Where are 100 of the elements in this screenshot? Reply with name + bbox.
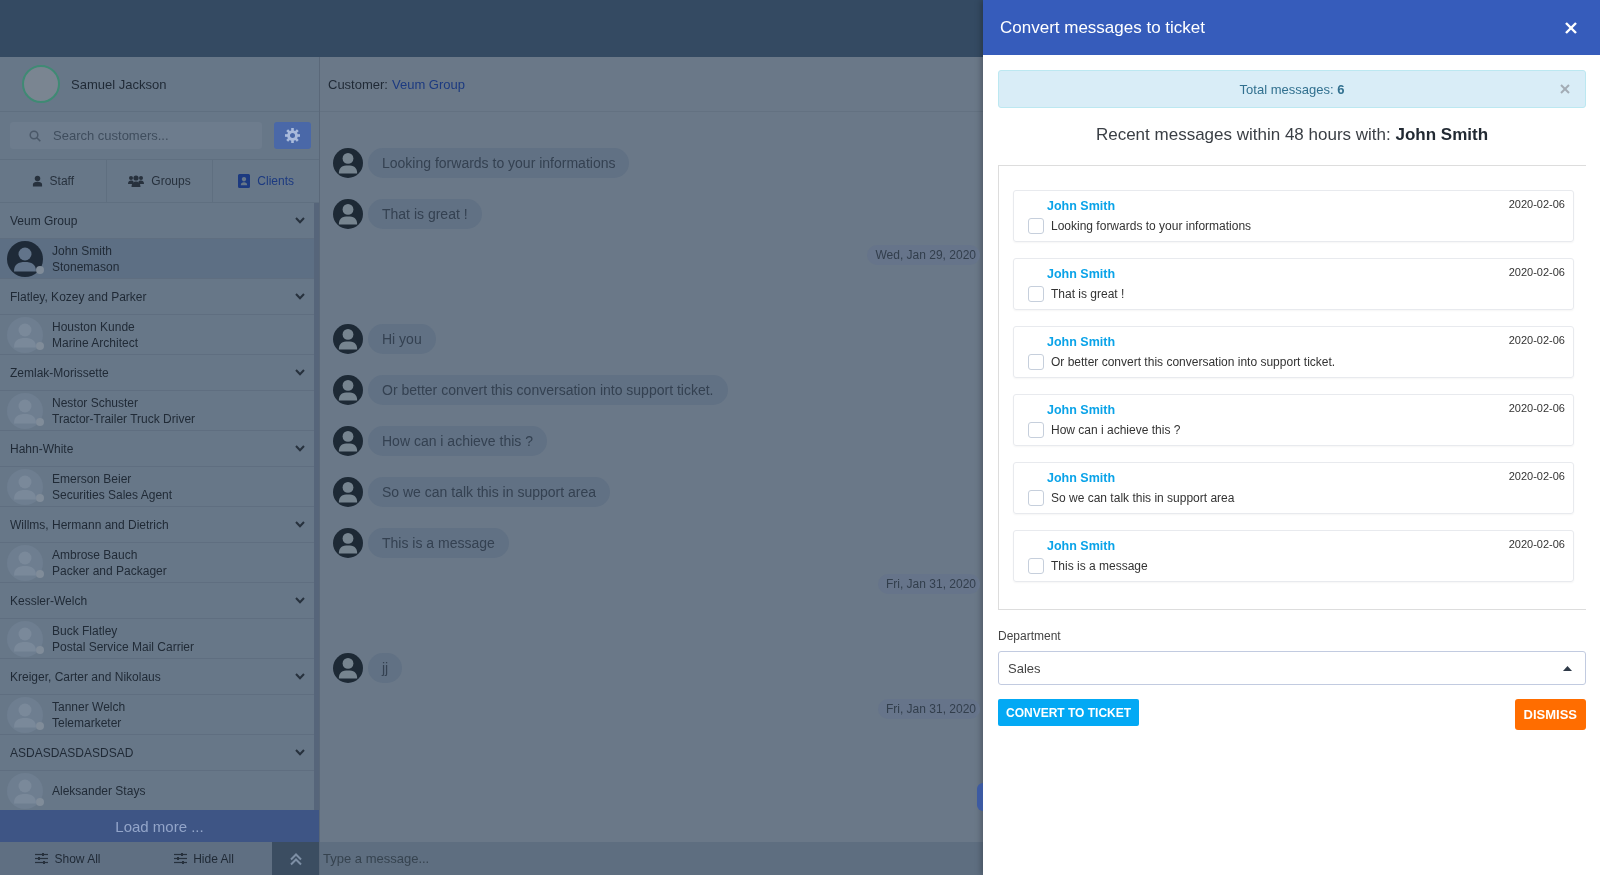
message-date: 2020-02-06 (1508, 402, 1565, 414)
sidebar-tab[interactable]: Clients (213, 160, 319, 202)
caret-up-icon (1563, 665, 1572, 671)
sender-name: John Smith (1046, 266, 1116, 282)
group-header[interactable]: Kessler-Welch (0, 583, 314, 619)
contact-name: Buck Flatley (52, 622, 119, 639)
sliders-icon (35, 853, 49, 864)
user-avatar-icon (7, 392, 43, 429)
contact-name: Tanner Welch (52, 698, 126, 715)
chevron-down-icon (295, 369, 305, 376)
message-date: 2020-02-06 (1508, 470, 1565, 482)
floating-button[interactable] (977, 783, 983, 811)
contact-name: Nestor Schuster (52, 394, 140, 411)
contact-role: Marine Architect (52, 334, 139, 351)
chevron-down-icon (295, 749, 305, 756)
scrollbar[interactable] (314, 203, 319, 810)
status-dot-icon (36, 797, 44, 806)
contact-item[interactable]: Tanner Welch Telemarketer (0, 695, 314, 735)
contact-name: Aleksander Stays (52, 782, 146, 799)
department-select[interactable]: Sales (998, 651, 1586, 685)
contact-item[interactable]: Emerson Beier Securities Sales Agent (0, 467, 314, 507)
sender-name: John Smith (1046, 198, 1116, 214)
checkbox[interactable] (1028, 422, 1044, 438)
group-header[interactable]: Kreiger, Carter and Nikolaus (0, 659, 314, 695)
close-icon (1560, 84, 1570, 94)
close-button[interactable] (1565, 21, 1577, 34)
status-dot-icon (36, 645, 44, 654)
contact-item[interactable]: John Smith Stonemason (0, 239, 314, 279)
contact-name: John Smith (52, 242, 114, 259)
toggle-button[interactable]: Show All (0, 842, 136, 875)
user-avatar-icon (333, 199, 363, 229)
status-dot-icon (36, 417, 44, 426)
gear-icon (285, 128, 300, 143)
checkbox[interactable] (1028, 354, 1044, 370)
checkbox[interactable] (1028, 286, 1044, 302)
user-avatar-icon (7, 620, 43, 657)
message-date: 2020-02-06 (1508, 334, 1565, 346)
dismiss-button[interactable]: DISMISS (1514, 699, 1586, 730)
user-avatar-icon (7, 544, 43, 581)
chevron-down-icon (295, 217, 305, 224)
contact-name: Ambrose Bauch (52, 546, 139, 563)
chevron-down-icon (295, 445, 305, 452)
settings-button[interactable] (274, 122, 311, 149)
user-avatar-icon (7, 240, 43, 277)
toggle-button[interactable]: Hide All (136, 842, 272, 875)
contact-name: Emerson Beier (52, 470, 133, 487)
sliders-icon (174, 853, 188, 864)
profile-photo-placeholder (22, 65, 60, 103)
chevron-down-icon (295, 521, 305, 528)
user-avatar-icon (333, 477, 363, 507)
customer-label: Customer: (328, 76, 388, 92)
contact-item[interactable]: Houston Kunde Marine Architect (0, 315, 314, 355)
contact-card-icon (238, 174, 251, 188)
recent-messages-heading: Recent messages within 48 hours with: John Smith (1094, 124, 1490, 146)
checkbox[interactable] (1028, 558, 1044, 574)
load-more-button[interactable]: Load more ... (0, 810, 319, 842)
message-date: 2020-02-06 (1508, 266, 1565, 278)
chevron-down-icon (295, 597, 305, 604)
sidebar-tab[interactable]: Staff (0, 160, 107, 202)
group-header[interactable]: Flatley, Kozey and Parker (0, 279, 314, 315)
department-label: Department (998, 628, 1061, 644)
sender-name: John Smith (1046, 402, 1116, 418)
group-icon (128, 175, 145, 187)
group-header[interactable]: Willms, Hermann and Dietrich (0, 507, 314, 543)
user-avatar-icon (333, 324, 363, 354)
double-chevron-up-icon (288, 851, 303, 866)
user-avatar-icon (333, 426, 363, 456)
contact-role: Postal Service Mail Carrier (52, 638, 195, 655)
scroll-top-button[interactable] (272, 842, 319, 875)
alert-close-button[interactable] (1560, 84, 1570, 94)
contact-role: Tractor-Trailer Truck Driver (52, 410, 196, 427)
checkbox[interactable] (1028, 218, 1044, 234)
checkbox[interactable] (1028, 490, 1044, 506)
date-label: Fri, Jan 31, 2020 (877, 574, 980, 594)
sender-name: John Smith (1046, 334, 1116, 350)
contact-role: Packer and Packager (52, 562, 167, 579)
contact-name: Houston Kunde (52, 318, 136, 335)
search-icon (29, 130, 41, 142)
group-header[interactable]: ASDASDASDASDSAD (0, 735, 314, 771)
sidebar-tab[interactable]: Groups (106, 160, 214, 202)
sender-name: John Smith (1046, 538, 1116, 554)
user-name: Samuel Jackson (71, 76, 167, 92)
group-header[interactable]: Hahn-White (0, 431, 314, 467)
user-avatar-icon (7, 696, 43, 733)
user-avatar-icon (7, 316, 43, 353)
contact-item[interactable]: Buck Flatley Postal Service Mail Carrier (0, 619, 314, 659)
customer-link[interactable]: Veum Group (391, 76, 465, 92)
user-avatar-icon (333, 653, 363, 683)
convert-button[interactable]: CONVERT TO TICKET (998, 699, 1140, 726)
status-dot-icon (36, 721, 44, 730)
contact-item[interactable]: Ambrose Bauch Packer and Packager (0, 543, 314, 583)
panel-title: Convert messages to ticket (1000, 17, 1206, 38)
chevron-down-icon (295, 293, 305, 300)
contact-item[interactable]: Nestor Schuster Tractor-Trailer Truck Driver (0, 391, 314, 431)
group-header[interactable]: Zemlak-Morissette (0, 355, 314, 391)
close-icon (1565, 21, 1577, 34)
message-date: 2020-02-06 (1508, 198, 1565, 210)
status-dot-icon (36, 341, 44, 350)
message-text: That is great ! (1051, 287, 1125, 301)
total-messages-text: Total messages: 6 (1239, 81, 1345, 97)
